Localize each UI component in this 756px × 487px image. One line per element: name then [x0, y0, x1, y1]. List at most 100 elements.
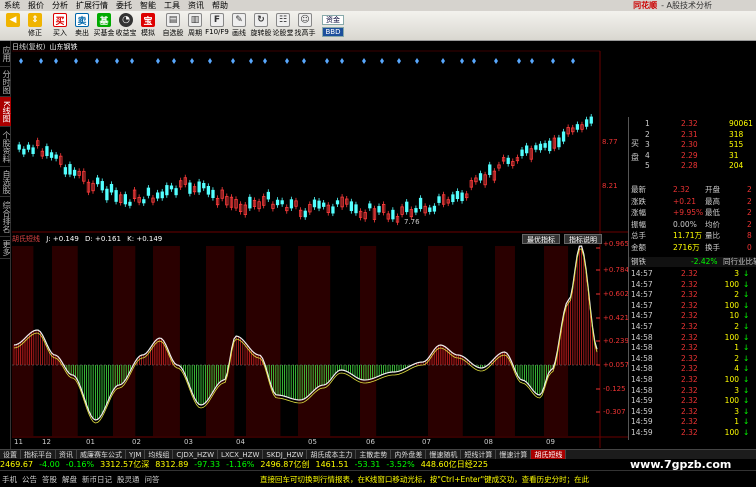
candle-body — [169, 185, 174, 190]
indicator-tab[interactable]: SKDJ_HZW — [263, 450, 308, 459]
candle-body — [561, 131, 566, 142]
bid-row[interactable]: 5 2.28 204 — [629, 161, 756, 171]
tick-price: 2.32 — [681, 343, 698, 353]
status-link[interactable]: 新币日记 — [82, 475, 112, 484]
tick-row: 14:57 2.32 10 ↓ — [629, 311, 756, 321]
candle-body — [317, 200, 321, 209]
candle-body — [146, 187, 151, 196]
status-link[interactable]: 手机 — [2, 475, 17, 484]
ind-axis-label: -0.125 — [603, 385, 626, 393]
status-link[interactable]: 公告 — [22, 475, 37, 484]
status-link[interactable]: 股灵通 — [117, 475, 140, 484]
candle-body — [206, 186, 211, 195]
signal-marker — [95, 58, 99, 64]
bid-row[interactable]: 2 2.31 318 — [629, 130, 756, 140]
candle-body — [63, 167, 68, 175]
ind-axis-label: +0.057 — [603, 361, 629, 369]
candle-body — [391, 209, 395, 220]
tick-volume: 4 — [734, 364, 739, 374]
candle-body — [335, 200, 340, 205]
stat-value: 2 — [747, 196, 752, 206]
stat-value: +9.95% — [673, 208, 704, 217]
down-arrow-icon: ↓ — [743, 385, 750, 395]
tick-volume: 2 — [734, 353, 739, 363]
best-indicator-button[interactable]: 最优指标 — [522, 234, 560, 244]
candle-body — [478, 173, 483, 181]
signal-marker — [231, 58, 235, 64]
tick-row: 14:57 2.32 100 ↓ — [629, 280, 756, 290]
indicator-tab[interactable]: 主散走势 — [356, 450, 392, 459]
index-value: -97.33 — [194, 460, 221, 469]
bid-price: 2.28 — [681, 161, 698, 170]
indicator-j-value: J: +0.149 — [46, 235, 79, 243]
candle-body — [589, 116, 593, 124]
tick-time: 14:58 — [631, 353, 653, 363]
signal-marker — [530, 58, 534, 64]
candle-body — [188, 182, 192, 194]
bid-row[interactable]: 3 2.30 515 — [629, 140, 756, 150]
indicator-tab[interactable]: 慢速随机 — [426, 450, 462, 459]
signal-marker — [571, 58, 575, 64]
indicator-tab[interactable]: LXCX_HZW — [218, 450, 264, 459]
status-link[interactable]: 答股 — [42, 475, 57, 484]
tick-row: 14:59 2.32 1 ↓ — [629, 417, 756, 427]
stat-label: 振幅 — [631, 219, 646, 229]
candle-body — [31, 147, 35, 154]
signal-marker — [397, 58, 401, 64]
bid-row[interactable]: 1 2.32 90061 — [629, 119, 756, 129]
index-value: 1461.51 — [315, 460, 349, 469]
down-arrow-icon: ↓ — [743, 396, 750, 406]
signal-marker — [441, 58, 445, 64]
candle-body — [17, 144, 21, 150]
tick-time: 14:57 — [631, 311, 653, 321]
stat-label: 最低 — [705, 208, 720, 217]
tick-time: 14:57 — [631, 322, 653, 331]
stat-label: 最新 — [631, 185, 646, 194]
candle-body — [128, 201, 132, 206]
candle-body — [538, 143, 543, 151]
indicator-tab[interactable]: 慢速计算 — [496, 450, 532, 459]
index-value: -1.16% — [226, 460, 255, 469]
status-link[interactable]: 问答 — [145, 475, 160, 484]
tick-price: 2.32 — [681, 396, 698, 406]
indicator-tab[interactable]: 资讯 — [56, 450, 77, 459]
down-arrow-icon: ↓ — [743, 311, 750, 321]
indicator-help-button[interactable]: 指标说明 — [564, 234, 602, 244]
signal-marker — [263, 58, 267, 64]
indicator-tab[interactable]: 内外盘差 — [391, 450, 427, 459]
indicator-tab[interactable]: CJDX_HZW — [173, 450, 219, 459]
stat-label: 总手 — [631, 231, 646, 240]
stat-value: 0.00% — [673, 219, 697, 229]
indicator-tab[interactable]: 胡氏短线 — [531, 450, 567, 459]
tick-time: 14:58 — [631, 385, 653, 395]
tick-price: 2.32 — [681, 311, 698, 321]
indicator-tab[interactable]: 指标平台 — [21, 450, 56, 459]
indicator-tab[interactable]: 胡氏成本主力 — [307, 450, 357, 459]
indicator-tab[interactable]: 均线组 — [145, 450, 174, 459]
status-link[interactable]: 解盘 — [62, 475, 77, 484]
signal-marker — [362, 58, 366, 64]
status-bar: 手机 公告 答股 解盘 新币日记 股灵通 问答 直接回车可切换到行情报表，在K线窗口移动光标… — [0, 470, 756, 487]
indicator-tab[interactable]: YJM — [126, 450, 146, 459]
down-arrow-icon: ↓ — [743, 364, 750, 374]
stat-label: 均价 — [705, 219, 720, 229]
signal-marker — [325, 58, 329, 64]
indicator-tab[interactable]: 短线计算 — [461, 450, 497, 459]
tick-time: 14:58 — [631, 343, 653, 353]
signal-band — [428, 246, 463, 436]
indicator-tab[interactable]: 威廉赛车公式 — [77, 450, 126, 459]
indicator-tab[interactable]: 设置 — [0, 450, 21, 459]
tick-time: 14:57 — [631, 279, 653, 289]
signal-marker — [249, 58, 253, 64]
tick-volume: 10 — [729, 311, 739, 321]
candle-body — [114, 190, 118, 202]
tick-price: 2.32 — [681, 269, 698, 278]
tick-row: 14:58 2.32 100 ↓ — [629, 333, 756, 343]
stat-label: 开盘 — [705, 185, 720, 194]
down-arrow-icon: ↓ — [743, 332, 750, 342]
sector-row[interactable]: 钢铁 -2.42% 同行业比较 — [629, 257, 756, 267]
candle-body — [418, 197, 423, 210]
candle-body — [354, 204, 358, 214]
stat-label: 金额 — [631, 242, 646, 252]
bid-row[interactable]: 4 2.29 31 — [629, 151, 756, 161]
